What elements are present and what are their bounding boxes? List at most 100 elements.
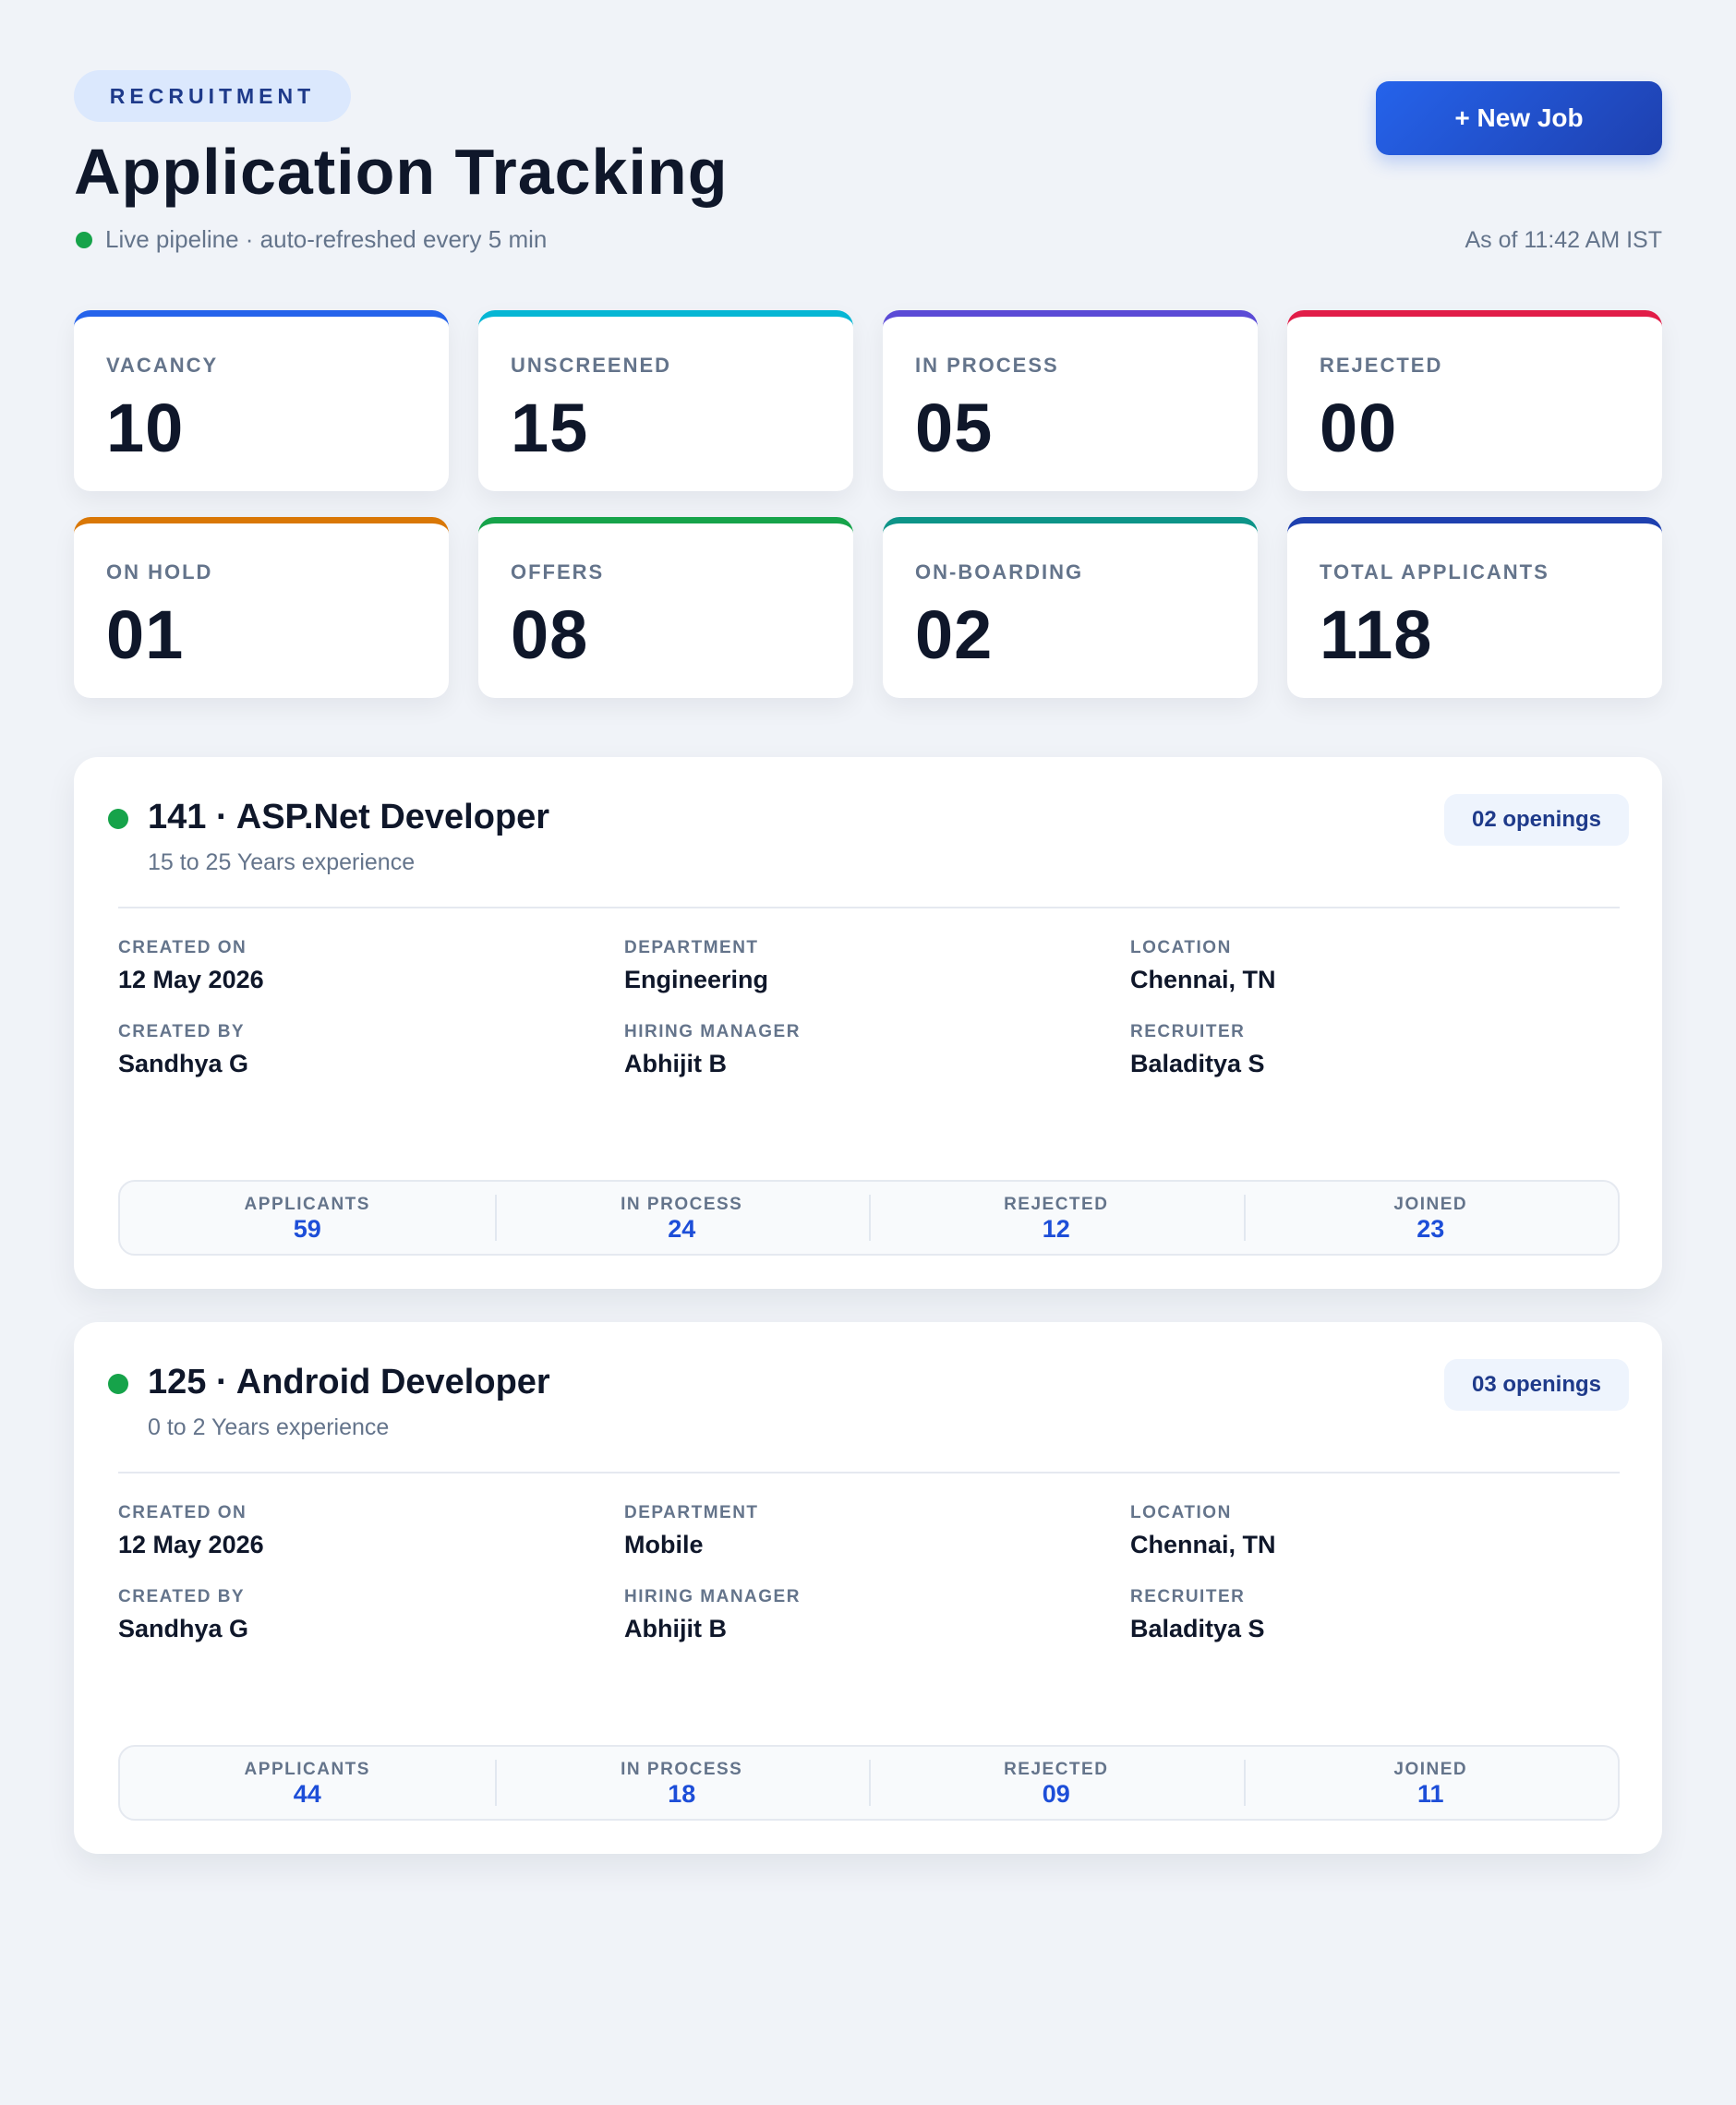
detail-label: HIRING MANAGER <box>624 1587 801 1606</box>
stat-label: IN PROCESS <box>915 354 1059 377</box>
metric-joined[interactable]: JOINED 11 <box>1243 1760 1619 1808</box>
job-experience: 0 to 2 Years experience <box>148 1414 390 1440</box>
job-title[interactable]: 125 · Android Developer <box>148 1363 550 1402</box>
detail-value: Sandhya G <box>118 1050 249 1077</box>
detail-location: LOCATION Chennai, TN <box>1130 938 1633 994</box>
stat-card-vacancy[interactable]: VACANCY 10 <box>74 310 449 491</box>
openings-badge: 02 openings <box>1444 794 1629 846</box>
detail-hiring-manager: HIRING MANAGER Abhijit B <box>624 1587 1130 1643</box>
detail-label: DEPARTMENT <box>624 1503 759 1522</box>
application-tracking-page: RECRUITMENT Application Tracking Live pi… <box>0 0 1736 2105</box>
detail-value: Mobile <box>624 1531 704 1558</box>
metric-in-process[interactable]: IN PROCESS 24 <box>494 1195 870 1243</box>
stat-label: VACANCY <box>106 354 219 377</box>
metric-applicants[interactable]: APPLICANTS 44 <box>120 1760 495 1808</box>
detail-label: LOCATION <box>1130 938 1232 957</box>
stat-card-on-boarding[interactable]: ON-BOARDING 02 <box>883 517 1258 698</box>
detail-label: RECRUITER <box>1130 1587 1246 1606</box>
stat-label: OFFERS <box>511 560 605 583</box>
job-metrics-bar: APPLICANTS 44 IN PROCESS 18 REJECTED 09 … <box>118 1745 1620 1821</box>
stat-card-offers[interactable]: OFFERS 08 <box>478 517 853 698</box>
metric-label: APPLICANTS <box>244 1195 370 1214</box>
stats-grid: VACANCY 10 UNSCREENED 15 IN PROCESS 05 R… <box>74 310 1662 698</box>
metric-value: 11 <box>1417 1780 1444 1808</box>
metric-label: APPLICANTS <box>244 1760 370 1779</box>
detail-label: LOCATION <box>1130 1503 1232 1522</box>
detail-label: CREATED ON <box>118 938 247 957</box>
job-details: CREATED ON 12 May 2026 DEPARTMENT Mobile… <box>118 1503 1633 1643</box>
stat-label: TOTAL APPLICANTS <box>1320 560 1549 583</box>
detail-value: Abhijit B <box>624 1050 727 1077</box>
stat-card-unscreened[interactable]: UNSCREENED 15 <box>478 310 853 491</box>
stat-label: UNSCREENED <box>511 354 672 377</box>
stat-label: REJECTED <box>1320 354 1443 377</box>
metric-value: 12 <box>1042 1215 1070 1243</box>
stat-value: 15 <box>511 390 589 466</box>
detail-value: 12 May 2026 <box>118 1531 264 1558</box>
job-title[interactable]: 141 · ASP.Net Developer <box>148 798 549 837</box>
job-experience: 15 to 25 Years experience <box>148 849 416 875</box>
metric-rejected[interactable]: REJECTED 12 <box>869 1195 1244 1243</box>
metric-value: 18 <box>668 1780 696 1808</box>
detail-created-on: CREATED ON 12 May 2026 <box>118 1503 624 1559</box>
stat-card-on-hold[interactable]: ON HOLD 01 <box>74 517 449 698</box>
stat-value: 10 <box>106 390 185 466</box>
stat-label: ON-BOARDING <box>915 560 1084 583</box>
detail-value: 12 May 2026 <box>118 966 264 993</box>
stat-card-rejected[interactable]: REJECTED 00 <box>1287 310 1662 491</box>
metric-value: 59 <box>293 1215 321 1243</box>
detail-label: DEPARTMENT <box>624 938 759 957</box>
detail-recruiter: RECRUITER Baladitya S <box>1130 1587 1633 1643</box>
metric-value: 24 <box>668 1215 696 1243</box>
stat-label: ON HOLD <box>106 560 213 583</box>
detail-label: RECRUITER <box>1130 1022 1246 1041</box>
live-status: Live pipeline · auto-refreshed every 5 m… <box>76 225 547 254</box>
job-status-dot-icon <box>108 809 128 829</box>
job-card-android-developer[interactable]: 125 · Android Developer 0 to 2 Years exp… <box>74 1322 1662 1854</box>
stat-value: 01 <box>106 596 185 673</box>
detail-value: Baladitya S <box>1130 1050 1265 1077</box>
metric-value: 44 <box>293 1780 321 1808</box>
stat-value: 118 <box>1320 596 1433 673</box>
job-details: CREATED ON 12 May 2026 DEPARTMENT Engine… <box>118 938 1633 1078</box>
detail-recruiter: RECRUITER Baladitya S <box>1130 1022 1633 1078</box>
metric-joined[interactable]: JOINED 23 <box>1243 1195 1619 1243</box>
stat-card-total-applicants[interactable]: TOTAL APPLICANTS 118 <box>1287 517 1662 698</box>
detail-label: CREATED BY <box>118 1022 246 1041</box>
stat-card-in-process[interactable]: IN PROCESS 05 <box>883 310 1258 491</box>
metric-label: IN PROCESS <box>621 1760 743 1779</box>
detail-value: Chennai, TN <box>1130 1531 1276 1558</box>
detail-label: HIRING MANAGER <box>624 1022 801 1041</box>
divider <box>118 1472 1620 1474</box>
detail-department: DEPARTMENT Engineering <box>624 938 1130 994</box>
metric-label: REJECTED <box>1004 1195 1109 1214</box>
stat-value: 08 <box>511 596 589 673</box>
metric-label: JOINED <box>1393 1760 1468 1779</box>
detail-value: Sandhya G <box>118 1615 249 1642</box>
divider <box>118 907 1620 908</box>
stat-value: 00 <box>1320 390 1398 466</box>
stat-value: 05 <box>915 390 994 466</box>
detail-created-by: CREATED BY Sandhya G <box>118 1587 624 1643</box>
metric-label: REJECTED <box>1004 1760 1109 1779</box>
live-status-dot-icon <box>76 231 92 248</box>
new-job-button[interactable]: + New Job <box>1376 81 1662 155</box>
detail-location: LOCATION Chennai, TN <box>1130 1503 1633 1559</box>
page-title: Application Tracking <box>74 136 729 208</box>
detail-created-on: CREATED ON 12 May 2026 <box>118 938 624 994</box>
metric-label: IN PROCESS <box>621 1195 743 1214</box>
detail-created-by: CREATED BY Sandhya G <box>118 1022 624 1078</box>
detail-value: Chennai, TN <box>1130 966 1276 993</box>
metric-applicants[interactable]: APPLICANTS 59 <box>120 1195 495 1243</box>
detail-label: CREATED ON <box>118 1503 247 1522</box>
job-status-dot-icon <box>108 1374 128 1394</box>
openings-badge: 03 openings <box>1444 1359 1629 1411</box>
job-card-asp-net-developer[interactable]: 141 · ASP.Net Developer 15 to 25 Years e… <box>74 757 1662 1289</box>
section-eyebrow: RECRUITMENT <box>74 70 351 122</box>
as-of-timestamp: As of 11:42 AM IST <box>1465 227 1662 253</box>
metric-value: 23 <box>1417 1215 1445 1243</box>
metric-rejected[interactable]: REJECTED 09 <box>869 1760 1244 1808</box>
detail-department: DEPARTMENT Mobile <box>624 1503 1130 1559</box>
metric-in-process[interactable]: IN PROCESS 18 <box>494 1760 870 1808</box>
metric-value: 09 <box>1042 1780 1070 1808</box>
